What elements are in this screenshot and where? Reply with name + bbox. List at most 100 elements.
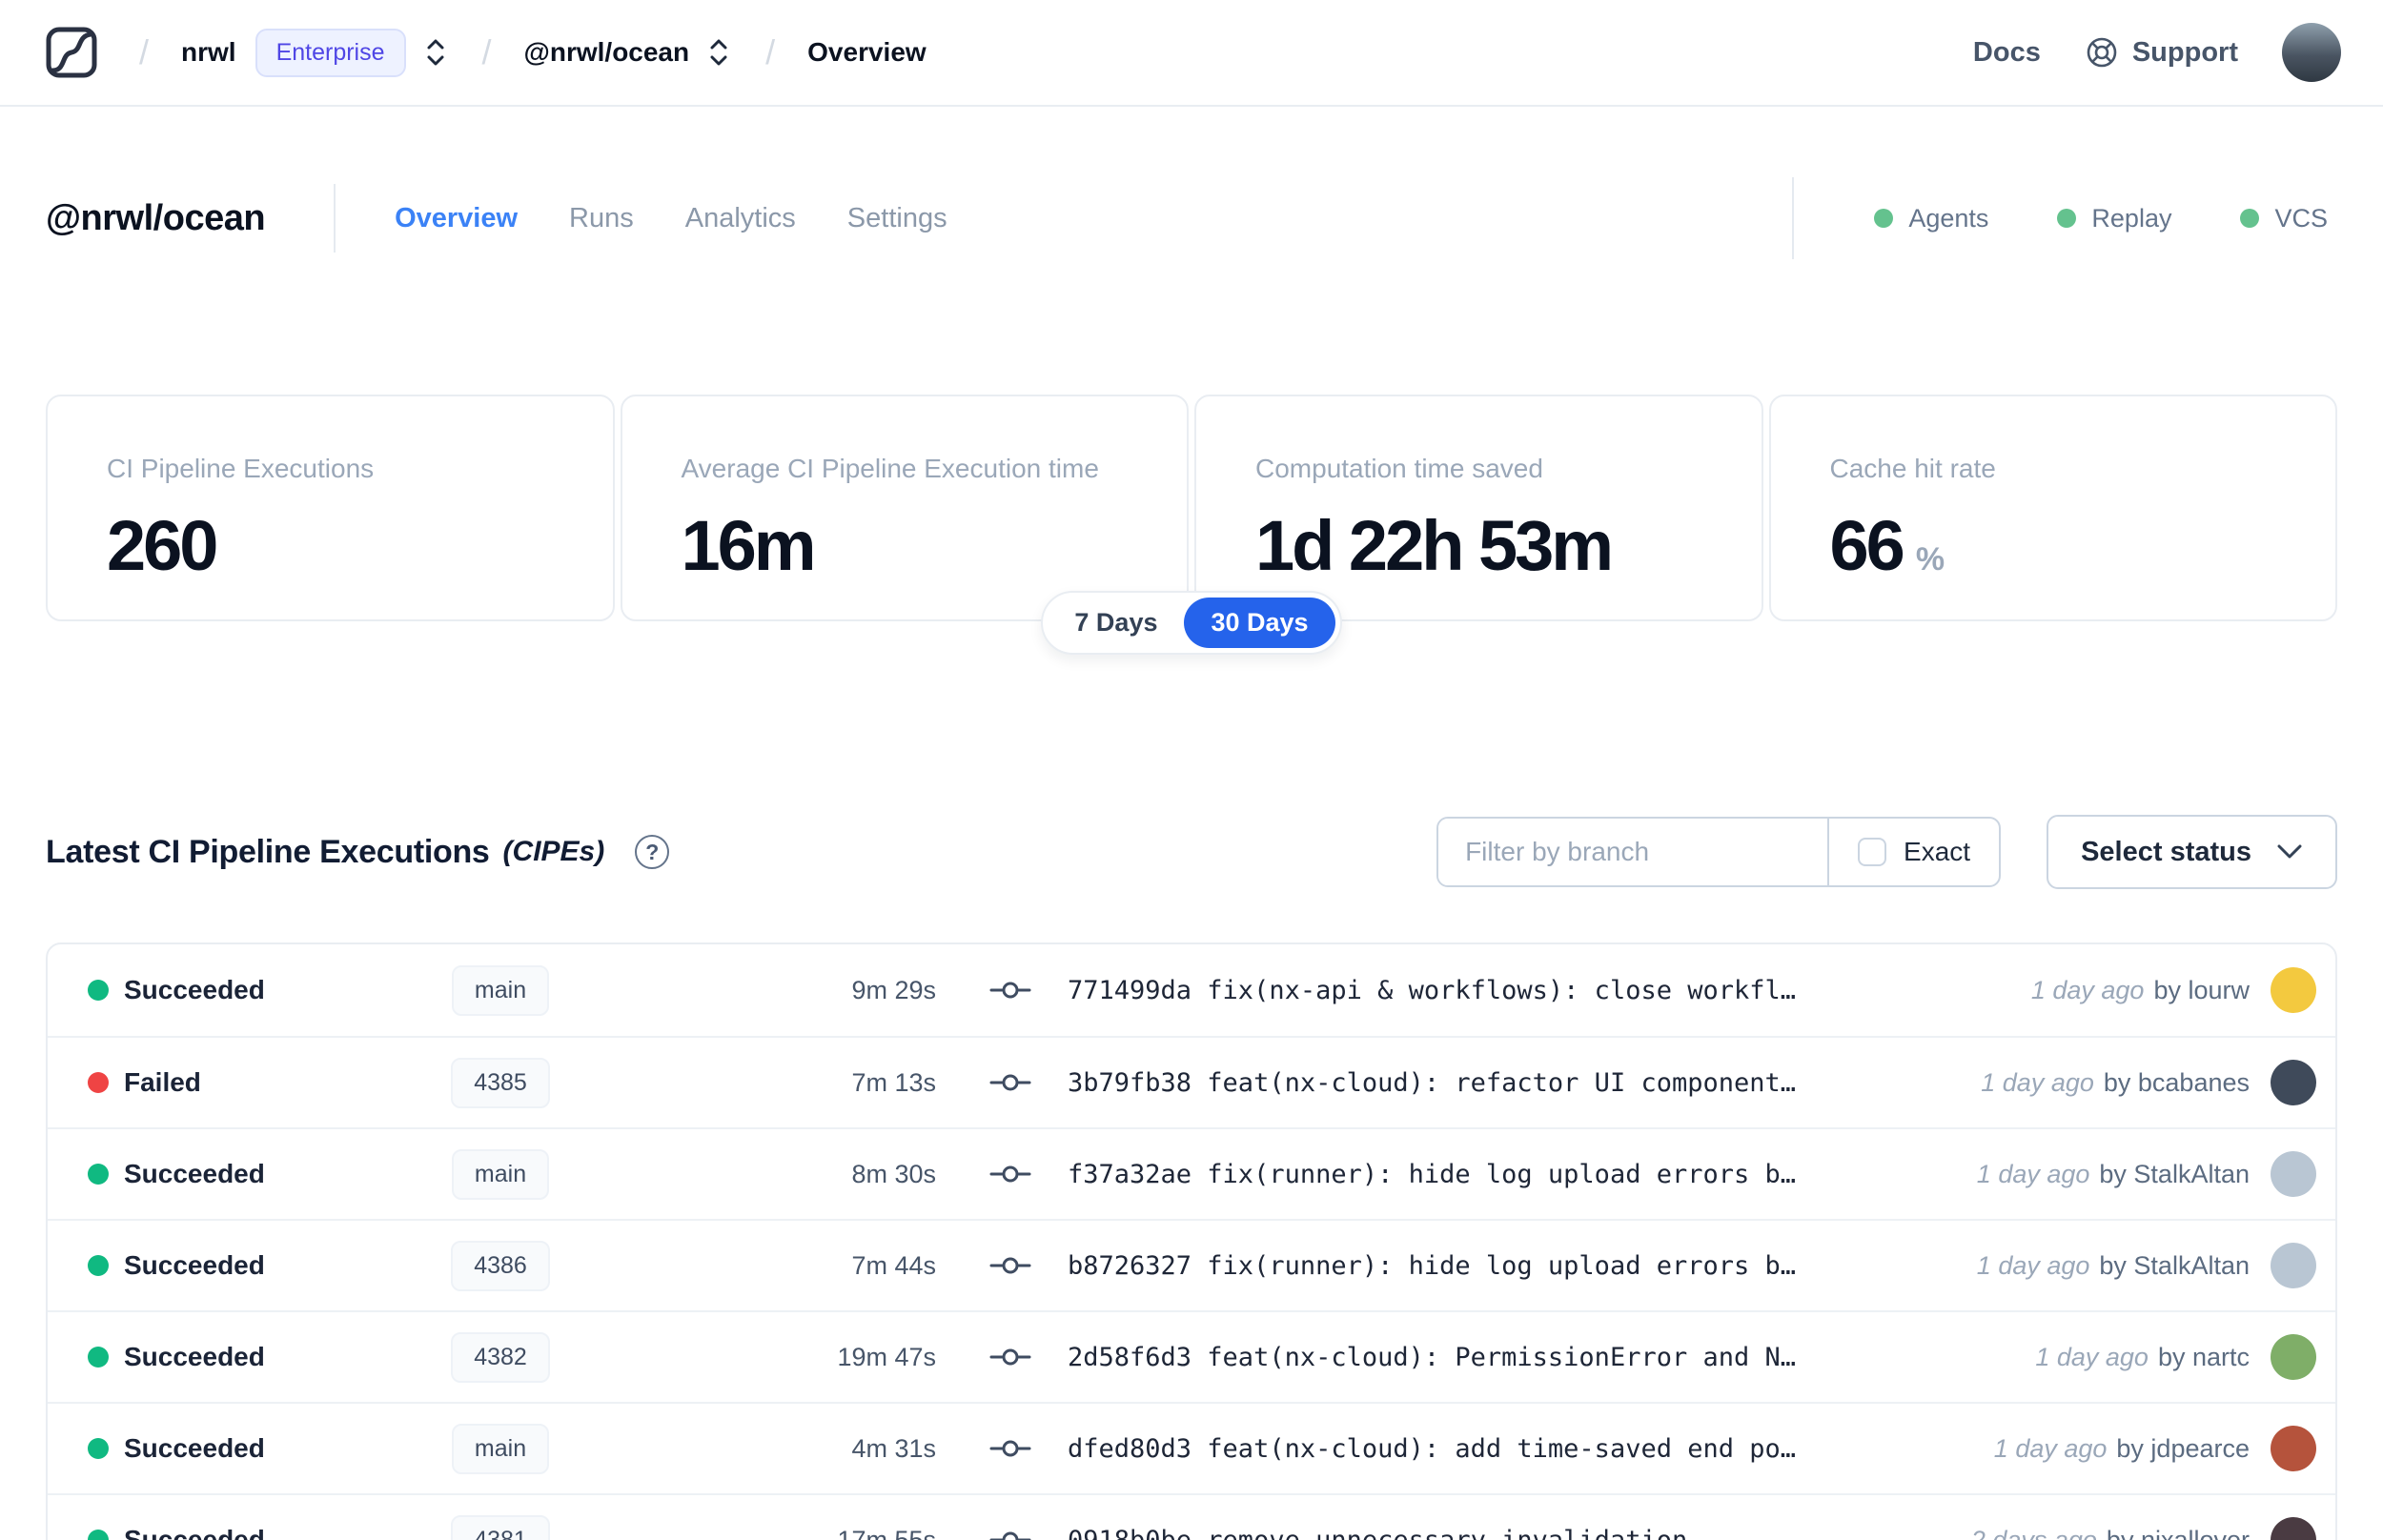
tab-settings[interactable]: Settings	[847, 203, 947, 234]
service-status-replay[interactable]: Replay	[2057, 204, 2171, 233]
git-commit-icon	[953, 1253, 1068, 1278]
service-status-agents[interactable]: Agents	[1874, 204, 1988, 233]
help-icon[interactable]: ?	[635, 835, 670, 869]
cipe-title: Latest CI Pipeline Executions	[46, 833, 490, 870]
commit-message[interactable]: b8726327 fix(runner): hide log upload er…	[1068, 1251, 1977, 1281]
breadcrumb-page: Overview	[807, 37, 927, 67]
stat-value: 1d 22h 53m	[1255, 506, 1614, 585]
avatar[interactable]	[2271, 1426, 2316, 1471]
cipe-row[interactable]: Succeeded 4382 19m 47s 2d58f6d3 feat(nx-…	[48, 1310, 2335, 1402]
status-dot	[88, 1438, 109, 1459]
cipe-section-header: Latest CI Pipeline Executions (CIPEs) ? …	[46, 815, 2337, 889]
cipe-row[interactable]: Succeeded main 4m 31s dfed80d3 feat(nx-c…	[48, 1402, 2335, 1493]
stat-label: Average CI Pipeline Execution time	[681, 454, 1099, 483]
commit-message[interactable]: 3b79fb38 feat(nx-cloud): refactor UI com…	[1068, 1068, 1981, 1098]
commit-message[interactable]: 771499da fix(nx-api & workflows): close …	[1068, 976, 2031, 1005]
status-label: Succeeded	[124, 1433, 265, 1463]
date-range-toggle: 7 Days 30 Days	[1041, 591, 1342, 655]
status-label: Succeeded	[124, 1342, 265, 1371]
commit-message[interactable]: f37a32ae fix(runner): hide log upload er…	[1068, 1160, 1977, 1189]
user-avatar[interactable]	[2282, 23, 2341, 82]
breadcrumb-separator: /	[481, 32, 492, 71]
branch-filter-input[interactable]	[1438, 819, 1828, 885]
range-option-7-days[interactable]: 7 Days	[1048, 598, 1184, 648]
author-label: by bcabanes	[2103, 1067, 2250, 1097]
avatar[interactable]	[2271, 1151, 2316, 1197]
git-commit-icon	[953, 1345, 1068, 1369]
tab-runs[interactable]: Runs	[569, 203, 634, 234]
time-ago-label: 1 day ago	[1981, 1067, 2094, 1097]
exact-label: Exact	[1904, 837, 1971, 866]
branch-badge: 4386	[451, 1240, 550, 1291]
branch-badge: main	[451, 964, 550, 1016]
author-label: by jdpearce	[2116, 1433, 2250, 1463]
cipe-row[interactable]: Succeeded 4386 7m 44s b8726327 fix(runne…	[48, 1219, 2335, 1310]
exact-match-toggle[interactable]: Exact	[1829, 819, 1999, 885]
author-label: by StalkAltan	[2099, 1250, 2250, 1280]
stat-card: Average CI Pipeline Execution time 16m	[620, 395, 1189, 621]
green-status-dot	[1874, 209, 1894, 228]
branch-filter-group: Exact	[1436, 817, 2002, 887]
tab-analytics[interactable]: Analytics	[685, 203, 796, 234]
breadcrumb-workspace[interactable]: @nrwl/ocean	[524, 37, 690, 68]
author-label: by lourw	[2153, 975, 2250, 1004]
tab-overview[interactable]: Overview	[395, 203, 518, 234]
workspace-switcher-chevrons-icon[interactable]	[704, 35, 733, 70]
duration-label: 9m 29s	[851, 975, 936, 1004]
time-ago-label: 1 day ago	[1976, 1159, 2090, 1188]
nx-cloud-logo-icon[interactable]	[42, 23, 101, 82]
commit-message[interactable]: 2d58f6d3 feat(nx-cloud): PermissionError…	[1068, 1343, 2035, 1372]
green-status-dot	[2057, 209, 2077, 228]
cipe-row[interactable]: Succeeded main 8m 30s f37a32ae fix(runne…	[48, 1127, 2335, 1219]
support-link[interactable]: Support	[2085, 35, 2238, 70]
exact-checkbox[interactable]	[1858, 838, 1887, 866]
avatar[interactable]	[2271, 967, 2316, 1013]
time-ago-label: 1 day ago	[1976, 1250, 2090, 1280]
commit-message[interactable]: dfed80d3 feat(nx-cloud): add time-saved …	[1068, 1434, 1994, 1464]
status-dot	[88, 1255, 109, 1276]
enterprise-badge: Enterprise	[255, 28, 406, 77]
cipe-title-note: (CIPEs)	[502, 836, 605, 867]
status-dot	[88, 1072, 109, 1093]
stat-value: 66%	[1829, 506, 1945, 585]
service-status-vcs[interactable]: VCS	[2240, 204, 2328, 233]
avatar[interactable]	[2271, 1243, 2316, 1288]
time-ago-label: 1 day ago	[1993, 1433, 2108, 1463]
stat-card: CI Pipeline Executions 260	[46, 395, 615, 621]
cipe-row[interactable]: Failed 4385 7m 13s 3b79fb38 feat(nx-clou…	[48, 1036, 2335, 1127]
commit-message[interactable]: 0918b0be remove unnecessary invalidation	[1068, 1526, 1971, 1540]
duration-label: 4m 31s	[851, 1433, 936, 1463]
status-label: Succeeded	[124, 1525, 265, 1540]
breadcrumb-org[interactable]: nrwl	[181, 37, 236, 68]
branch-badge: 4385	[451, 1057, 550, 1108]
workspace-header: @nrwl/ocean Overview Runs Analytics Setting…	[46, 107, 2337, 259]
workspace-title: @nrwl/ocean	[46, 197, 266, 238]
stat-value: 260	[107, 506, 218, 585]
status-label: Failed	[124, 1067, 201, 1097]
org-switcher-chevrons-icon[interactable]	[421, 35, 450, 70]
chevron-down-icon	[2276, 843, 2303, 861]
status-dot	[88, 1530, 109, 1540]
status-label: Succeeded	[124, 1250, 265, 1280]
avatar[interactable]	[2271, 1517, 2316, 1540]
green-status-dot	[2240, 209, 2260, 228]
git-commit-icon	[953, 978, 1068, 1003]
breadcrumb: / nrwl Enterprise / @nrwl/ocean / Overvi…	[42, 23, 927, 82]
time-ago-label: 2 days ago	[1970, 1525, 2097, 1540]
status-select-label: Select status	[2081, 836, 2251, 867]
docs-link[interactable]: Docs	[1973, 37, 2041, 69]
range-option-30-days[interactable]: 30 Days	[1184, 598, 1335, 648]
cipe-row[interactable]: Succeeded main 9m 29s 771499da fix(nx-ap…	[48, 944, 2335, 1036]
status-dot	[88, 1347, 109, 1368]
stat-card: Cache hit rate 66%	[1768, 395, 2337, 621]
avatar[interactable]	[2271, 1060, 2316, 1105]
branch-badge: main	[451, 1423, 550, 1474]
cipe-row[interactable]: Succeeded 4381 17m 55s 0918b0be remove u…	[48, 1493, 2335, 1540]
stat-suffix: %	[1915, 541, 1945, 578]
life-buoy-icon	[2085, 35, 2119, 70]
time-ago-label: 1 day ago	[2035, 1342, 2149, 1371]
author-label: by nartc	[2157, 1342, 2250, 1371]
status-select-button[interactable]: Select status	[2047, 815, 2337, 889]
avatar[interactable]	[2271, 1334, 2316, 1380]
stat-value: 16m	[681, 506, 817, 585]
